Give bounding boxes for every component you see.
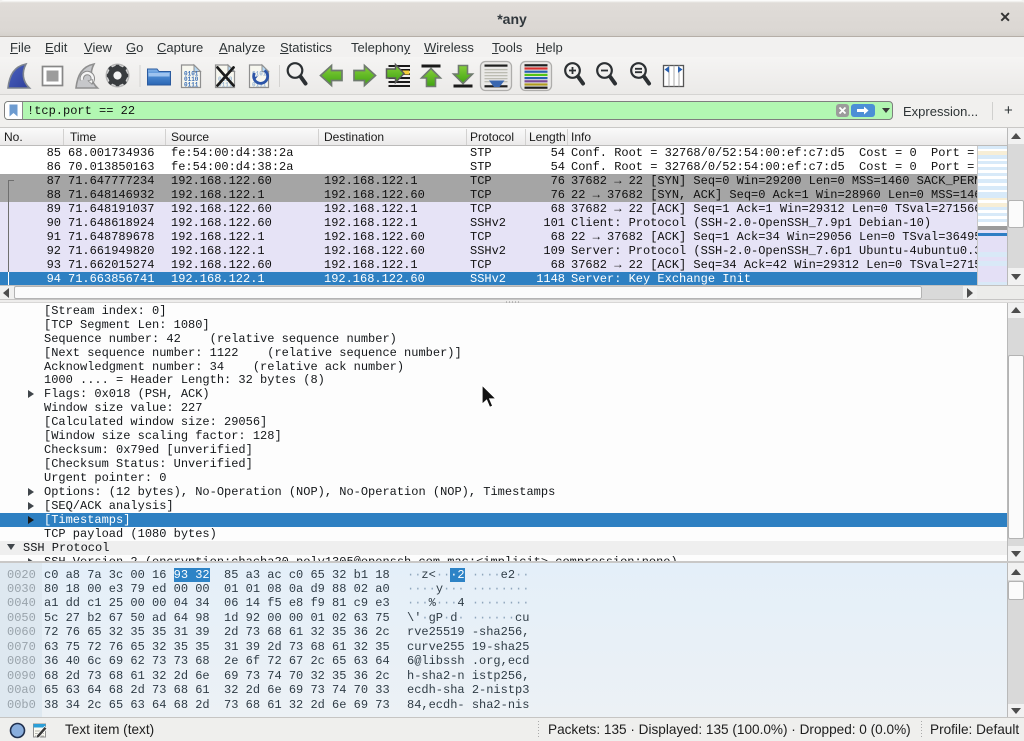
svg-text:0111: 0111 (184, 82, 199, 89)
